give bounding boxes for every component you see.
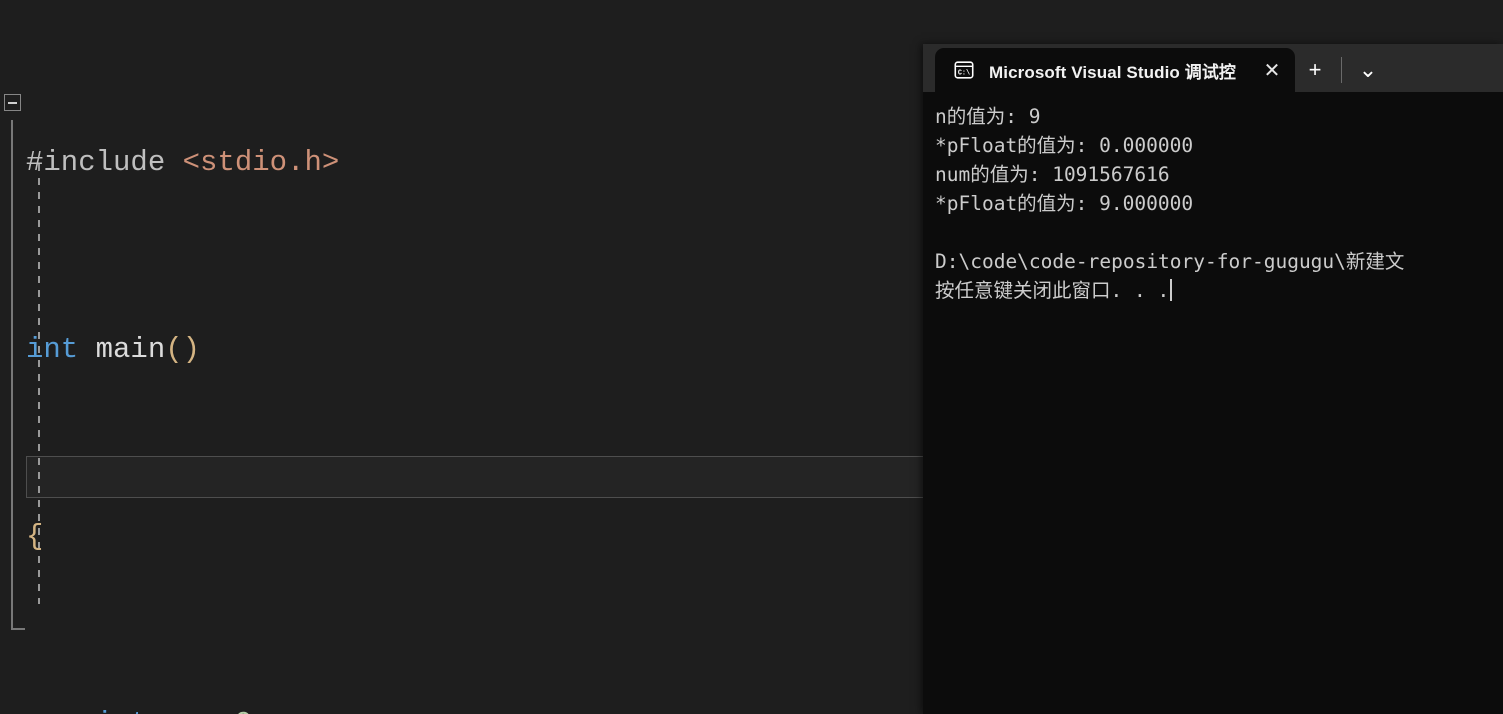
code-line-1: #include <stdio.h> [0, 140, 757, 187]
console-cmd-icon: C:\ [954, 61, 974, 79]
terminal-window[interactable]: C:\ Microsoft Visual Studio 调试控 ✕ + ⌄ n的… [923, 44, 1503, 714]
console-line: *pFloat的值为: 9.000000 [935, 192, 1194, 215]
include-header: <stdio.h> [182, 146, 340, 180]
code-line-3: { [0, 514, 757, 561]
console-line: n的值为: 9 [935, 105, 1041, 128]
code-line-4: int n = 9; [0, 701, 757, 714]
close-icon[interactable]: ✕ [1255, 53, 1289, 87]
console-line-path: D:\code\code-repository-for-gugugu\新建文 [935, 250, 1405, 273]
console-line-prompt: 按任意键关闭此窗口. . . [935, 276, 1503, 305]
text-cursor [1170, 279, 1173, 301]
identifier-n: n [148, 707, 200, 714]
preprocessor-directive: #include [26, 146, 183, 180]
code-line-2: int main() [0, 327, 757, 374]
function-name-main: main [78, 332, 166, 366]
parens: () [165, 332, 201, 366]
semicolon: ; [252, 707, 269, 714]
console-output-area[interactable]: n的值为: 9 *pFloat的值为: 0.000000 num的值为: 109… [923, 92, 1503, 714]
chevron-down-icon[interactable]: ⌄ [1348, 48, 1388, 92]
open-brace: { [26, 519, 44, 553]
assign-operator: = [200, 707, 235, 714]
code-content: #include <stdio.h> int main() { int n = … [0, 0, 757, 714]
terminal-tab-active[interactable]: C:\ Microsoft Visual Studio 调试控 ✕ [935, 48, 1295, 92]
new-tab-button[interactable]: + [1295, 48, 1335, 92]
number-literal: 9 [235, 707, 252, 714]
terminal-tab-strip: C:\ Microsoft Visual Studio 调试控 ✕ + ⌄ [923, 44, 1503, 92]
console-line: *pFloat的值为: 0.000000 [935, 134, 1194, 157]
terminal-tab-title: Microsoft Visual Studio 调试控 [989, 62, 1237, 82]
tab-strip-divider [1341, 57, 1342, 83]
console-prompt-text: 按任意键关闭此窗口. . . [935, 279, 1170, 302]
console-line: num的值为: 1091567616 [935, 163, 1170, 186]
type-keyword-int: int [26, 332, 79, 366]
type-keyword-int: int [96, 707, 148, 714]
svg-text:C:\: C:\ [958, 70, 970, 78]
